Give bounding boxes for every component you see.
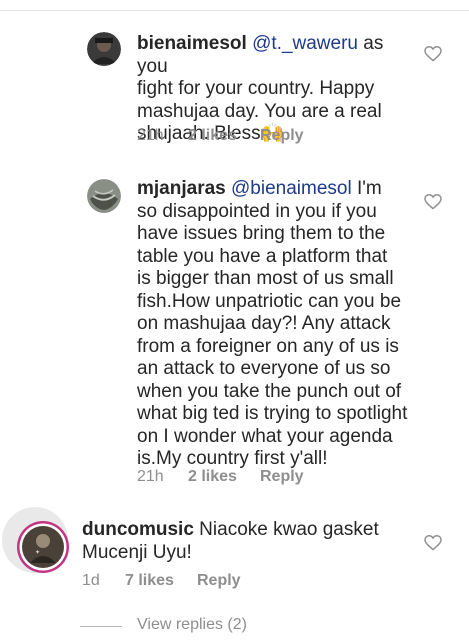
like-heart-icon[interactable] [424, 535, 442, 551]
svg-text:✦: ✦ [35, 549, 40, 556]
comment-line: is bigger than most of us small [137, 268, 394, 289]
comment-line: so disappointed in you if you [137, 200, 377, 222]
comment-line: Mucenji Uyu! [82, 541, 192, 563]
profile-photo-icon[interactable] [87, 32, 121, 66]
story-ring-profile-photo-icon[interactable]: ✦ [0, 505, 70, 575]
comment-line: table you have a platform that [137, 245, 388, 267]
reply-button[interactable]: Reply [260, 468, 304, 486]
like-heart-icon[interactable] [424, 46, 442, 62]
comment-line: mashujaa day. You are a real [137, 100, 382, 122]
likes-count[interactable]: 2 likes [188, 127, 260, 145]
profile-photo-icon[interactable] [87, 179, 121, 213]
comment-username[interactable]: mjanjaras [137, 178, 226, 199]
comment-time: 21h [137, 468, 164, 485]
comment-meta: 21h 2 likes Reply [137, 468, 304, 486]
comment-time: 21h [137, 127, 164, 144]
comment-line: what big ted is trying to spotlight [137, 403, 408, 424]
comment-text: mjanjaras @bienaimesol I'm so disappoint… [137, 178, 427, 471]
comment-line: fight for your country. Happy [137, 78, 375, 99]
comment-mention[interactable]: @t._waweru [252, 33, 358, 54]
comment-item: mjanjaras @bienaimesol I'm so disappoint… [0, 160, 469, 500]
view-replies-line [80, 626, 122, 627]
comment-username[interactable]: duncomusic [82, 519, 194, 540]
likes-count[interactable]: 2 likes [188, 468, 260, 486]
like-heart-icon[interactable] [424, 194, 442, 210]
comment-line: from a foreigner on any of us is [137, 335, 399, 357]
reply-button[interactable]: Reply [260, 127, 304, 145]
comment-meta: 1d 7 likes Reply [82, 572, 241, 590]
comment-time: 1d [82, 572, 100, 589]
comment-meta: 21h 2 likes Reply [137, 127, 304, 145]
view-replies-button[interactable]: View replies (2) [137, 616, 247, 634]
reply-button[interactable]: Reply [197, 572, 241, 590]
comment-line: fish.How unpatriotic can you be [137, 290, 402, 312]
comment-line: when you take the punch out of [137, 380, 402, 402]
comment-item: ✦ duncomusic Niacoke kwao gasket Mucenji… [0, 500, 469, 610]
comment-text: duncomusic Niacoke kwao gasket Mucenji U… [82, 519, 382, 564]
comment-line: on mashujaa day?! Any attack [137, 313, 391, 334]
comment-mention[interactable]: @bienaimesol [231, 178, 352, 199]
likes-count[interactable]: 7 likes [125, 572, 197, 590]
comment-item: bienaimesol @t._waweru as you fight for … [0, 0, 469, 160]
comment-username[interactable]: bienaimesol [137, 33, 247, 54]
comment-line: Niacoke kwao gasket [193, 519, 379, 540]
comment-line: on I wonder what your agenda [137, 425, 393, 447]
comment-line: I'm [351, 178, 382, 199]
comment-line: an attack to everyone of us so [137, 358, 391, 379]
comment-line: have issues bring them to the [137, 223, 386, 244]
